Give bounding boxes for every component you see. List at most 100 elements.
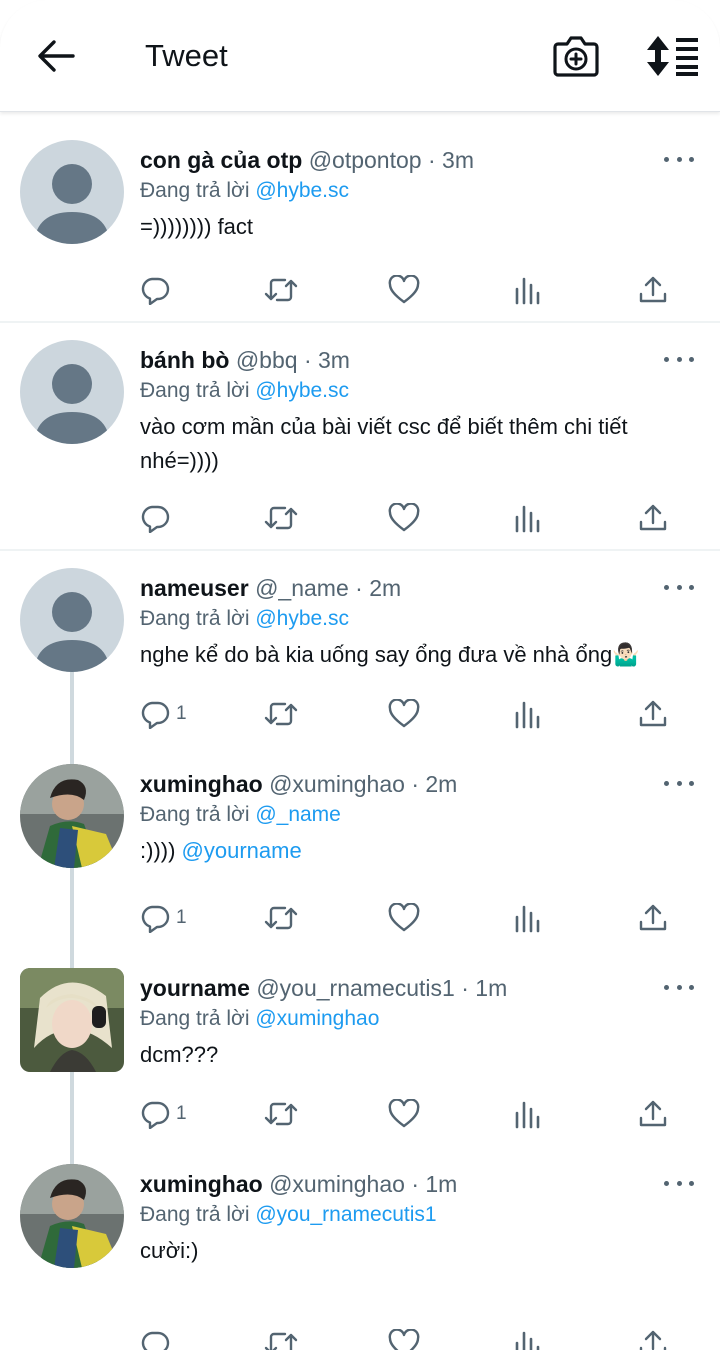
reply-count: 1 [176,1103,187,1124]
dot-icon [676,780,682,786]
display-name[interactable]: yourname [140,975,250,1001]
share-button[interactable] [638,1097,668,1131]
user-handle[interactable]: @you_rnamecutis1 [256,975,455,1001]
like-button[interactable] [388,1097,420,1131]
tweet[interactable]: yourname @you_rnamecutis1 · 1m Đang trả … [0,951,720,1147]
bar-chart-icon [515,277,540,305]
reply-button[interactable] [140,1327,176,1350]
user-handle[interactable]: @otpontop [309,147,422,173]
more-options-button[interactable] [664,981,694,993]
retweet-button[interactable] [264,697,298,731]
tweet[interactable]: xuminghao @xuminghao · 2m Đang trả lời @… [0,747,720,951]
reply-icon [141,701,170,729]
reply-button[interactable] [140,273,176,307]
like-button[interactable] [388,1327,420,1350]
avatar[interactable] [20,340,124,444]
more-options-button[interactable] [664,353,694,365]
share-button[interactable] [638,273,668,307]
user-handle[interactable]: @_name [255,575,349,601]
like-button[interactable] [388,901,420,935]
reply-mention[interactable]: @hybe.sc [255,379,349,402]
timestamp: 2m [369,575,402,601]
dot-icon [676,356,682,362]
avatar[interactable] [20,1164,124,1268]
dot-icon [676,156,682,162]
analytics-button[interactable] [514,697,542,731]
avatar[interactable] [20,968,124,1072]
analytics-button[interactable] [514,901,542,935]
retweet-button[interactable] [264,901,298,935]
retweet-icon [264,278,298,302]
share-icon [639,700,667,727]
dot-icon [676,584,682,590]
reply-icon [141,277,170,305]
dot-icon [676,984,682,990]
reply-button[interactable]: 1 [140,1097,187,1131]
analytics-button[interactable] [514,1097,542,1131]
avatar[interactable] [20,568,124,672]
reply-icon [141,1331,170,1350]
dot-separator: · [411,771,419,797]
tweet-text: nghe kể do bà kia uống say ổng đưa về nh… [140,638,700,672]
display-name[interactable]: nameuser [140,575,249,601]
display-name[interactable]: xuminghao [140,771,263,797]
text-mention[interactable]: @yourname [182,838,302,863]
tweet-text: =)))))))) fact [140,210,700,244]
reply-button[interactable]: 1 [140,901,187,935]
thread-line [70,951,74,968]
tweet[interactable]: con gà của otp @otpontop · 3m Đang trả l… [0,113,720,323]
more-options-button[interactable] [664,1177,694,1189]
share-icon [639,504,667,531]
retweet-icon [264,506,298,530]
like-button[interactable] [388,697,420,731]
user-handle[interactable]: @xuminghao [269,1171,405,1197]
reply-button[interactable] [140,501,176,535]
back-button[interactable] [34,36,78,76]
analytics-button[interactable] [514,501,542,535]
like-button[interactable] [388,273,420,307]
reply-mention[interactable]: @_name [255,803,341,826]
dot-separator: · [303,347,312,373]
reply-icon [141,905,170,933]
share-button[interactable] [638,501,668,535]
analytics-button[interactable] [514,1327,542,1350]
reply-mention[interactable]: @hybe.sc [255,607,349,630]
avatar[interactable] [20,140,124,244]
reply-mention[interactable]: @hybe.sc [255,179,349,202]
like-button[interactable] [388,501,420,535]
more-options-button[interactable] [664,581,694,593]
share-button[interactable] [638,697,668,731]
display-name[interactable]: con gà của otp [140,147,302,173]
more-options-button[interactable] [664,153,694,165]
user-handle[interactable]: @bbq [236,347,298,373]
action-bar [140,501,700,535]
retweet-button[interactable] [264,1327,298,1350]
reply-button[interactable]: 1 [140,697,187,731]
retweet-button[interactable] [264,273,298,307]
reply-prefix: Đang trả lời [140,1203,250,1226]
display-name[interactable]: xuminghao [140,1171,263,1197]
tweet[interactable]: xuminghao @xuminghao · 1m Đang trả lời @… [0,1147,720,1350]
tweet[interactable]: bánh bò @bbq · 3m Đang trả lời @hybe.sc … [0,323,720,551]
tweet[interactable]: nameuser @_name · 2m Đang trả lời @hybe.… [0,551,720,752]
display-name[interactable]: bánh bò [140,347,229,373]
camera-button[interactable] [552,34,600,78]
dot-icon [689,780,694,786]
dot-icon [689,156,694,162]
more-options-button[interactable] [664,777,694,789]
reply-mention[interactable]: @xuminghao [255,1007,379,1030]
reply-mention[interactable]: @you_rnamecutis1 [255,1203,436,1226]
page-title: Tweet [145,38,228,73]
avatar[interactable] [20,764,124,868]
share-button[interactable] [638,1327,668,1350]
sort-button[interactable] [644,34,700,78]
retweet-button[interactable] [264,1097,298,1131]
share-button[interactable] [638,901,668,935]
user-handle[interactable]: @xuminghao [269,771,405,797]
retweet-button[interactable] [264,501,298,535]
analytics-button[interactable] [514,273,542,307]
thread-line [70,1147,74,1164]
dot-separator: · [355,575,363,601]
action-bar [140,273,700,307]
dot-icon [664,984,669,990]
